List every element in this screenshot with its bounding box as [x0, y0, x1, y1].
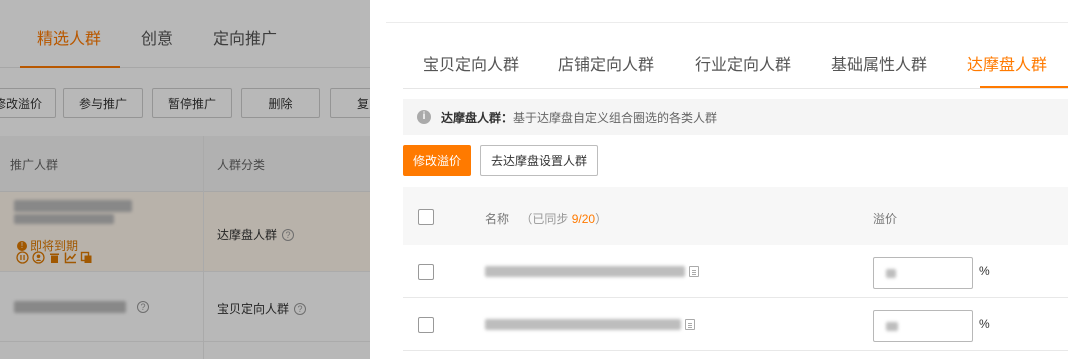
active-tab-indicator [980, 86, 1068, 88]
redacted-value [886, 322, 898, 331]
name-column-header: 名称 （已同步 9/20） [485, 210, 607, 227]
percent-unit: % [979, 317, 990, 331]
table-row[interactable]: % [403, 245, 1068, 298]
row-checkbox[interactable] [418, 317, 434, 333]
crowd-drawer: 宝贝定向人群 店铺定向人群 行业定向人群 基础属性人群 达摩盘人群 i 达摩盘人… [370, 0, 1068, 359]
sync-suffix: ） [595, 212, 608, 226]
notice-title: 达摩盘人群： [441, 110, 514, 125]
document-icon[interactable] [689, 266, 699, 277]
notice-text: 基于达摩盘自定义组合圈选的各类人群 [513, 110, 718, 125]
name-header-label: 名称 [485, 212, 510, 226]
background-page: 精选人群 创意 定向推广 修改溢价 参与推广 暂停推广 删除 复 推广人群 人群… [0, 0, 370, 359]
sync-prefix: （已同步 [520, 212, 569, 226]
header-divider [386, 22, 1068, 23]
tab-dmp-crowd[interactable]: 达摩盘人群 [967, 51, 1047, 75]
tab-industry-targeted-crowd[interactable]: 行业定向人群 [695, 51, 791, 75]
crowd-type-tabs: 宝贝定向人群 店铺定向人群 行业定向人群 基础属性人群 达摩盘人群 [403, 51, 1068, 89]
row-checkbox[interactable] [418, 264, 434, 280]
tab-store-targeted-crowd[interactable]: 店铺定向人群 [558, 51, 654, 75]
modify-premium-button[interactable]: 修改溢价 [403, 145, 471, 176]
info-notice: i 达摩盘人群： 基于达摩盘自定义组合圈选的各类人群 [403, 99, 1068, 135]
document-icon[interactable] [685, 319, 695, 330]
premium-input[interactable] [873, 257, 973, 289]
crowd-table-header: 名称 （已同步 9/20） 溢价 [403, 187, 1068, 245]
redacted-crowd-name [485, 266, 685, 277]
premium-column-header: 溢价 [873, 212, 898, 226]
sync-count: 9/20 [571, 212, 596, 226]
sync-status: （已同步 9/20） [520, 212, 607, 226]
redacted-crowd-name [485, 319, 681, 330]
tab-item-targeted-crowd[interactable]: 宝贝定向人群 [423, 51, 519, 75]
tab-basic-attribute-crowd[interactable]: 基础属性人群 [831, 51, 927, 75]
info-icon: i [417, 110, 431, 124]
modal-mask[interactable] [0, 0, 370, 359]
premium-input[interactable] [873, 310, 973, 342]
redacted-value [886, 269, 896, 278]
table-row[interactable]: % [403, 298, 1068, 351]
go-dmp-setup-button[interactable]: 去达摩盘设置人群 [480, 145, 598, 176]
select-all-checkbox[interactable] [418, 209, 434, 225]
percent-unit: % [979, 264, 990, 278]
